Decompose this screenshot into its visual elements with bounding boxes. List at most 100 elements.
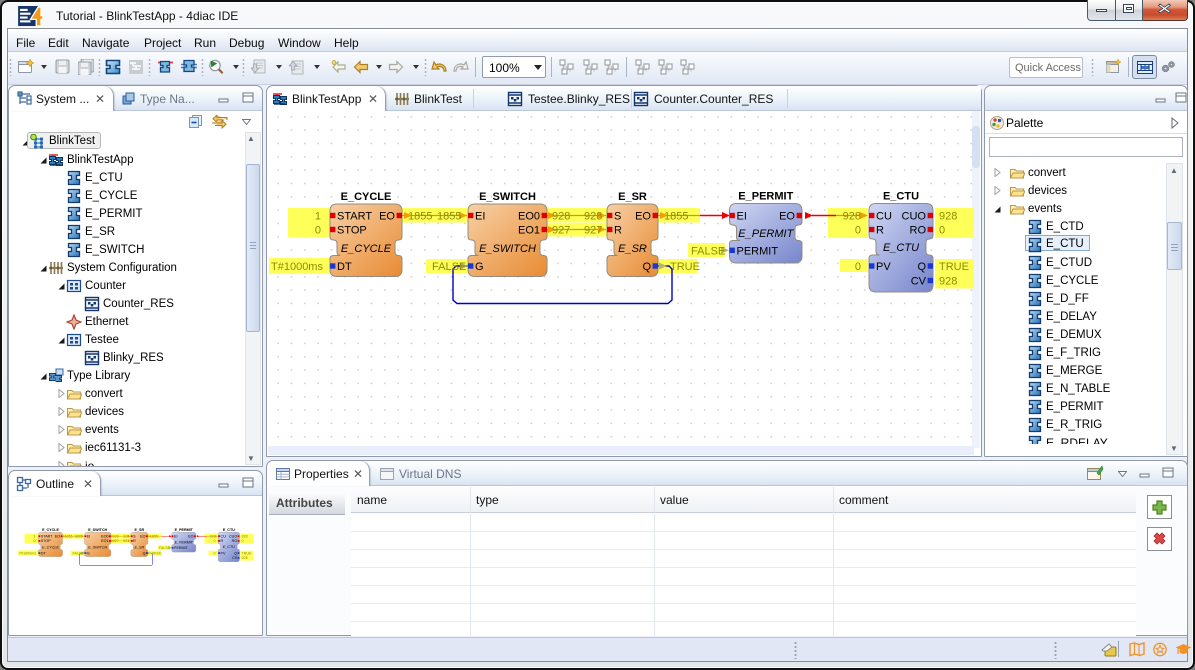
svg-text:0: 0 <box>242 539 244 543</box>
svg-text:E_SWITCH: E_SWITCH <box>88 545 107 549</box>
svg-text:EO1: EO1 <box>518 225 540 237</box>
svg-text:T#1000ms: T#1000ms <box>271 261 323 273</box>
svg-text:STOP: STOP <box>41 539 51 543</box>
svg-text:DT: DT <box>41 551 47 555</box>
svg-text:928: 928 <box>113 535 119 539</box>
svg-text:Q: Q <box>642 261 651 273</box>
svg-text:928: 928 <box>242 556 248 560</box>
svg-text:S: S <box>614 211 621 223</box>
svg-text:1: 1 <box>315 211 321 223</box>
svg-text:Q: Q <box>917 261 926 273</box>
svg-text:E_CTU: E_CTU <box>223 545 235 549</box>
svg-text:G: G <box>475 261 484 273</box>
svg-text:PV: PV <box>221 551 226 555</box>
svg-text:FALSE: FALSE <box>159 546 171 550</box>
svg-text:E_PERMIT: E_PERMIT <box>738 228 794 240</box>
svg-text:1855: 1855 <box>150 535 158 539</box>
svg-text:R: R <box>614 225 622 237</box>
svg-text:0: 0 <box>33 539 35 543</box>
svg-text:RO: RO <box>232 539 238 543</box>
svg-text:E_SWITCH: E_SWITCH <box>88 528 107 532</box>
svg-text:CUO: CUO <box>229 535 237 539</box>
svg-text:EO: EO <box>55 535 60 539</box>
svg-text:E_CYCLE: E_CYCLE <box>341 243 392 255</box>
svg-text:Q: Q <box>143 551 146 555</box>
svg-text:START: START <box>41 535 53 539</box>
svg-text:0: 0 <box>315 225 321 237</box>
svg-text:928: 928 <box>209 535 215 539</box>
svg-text:1: 1 <box>33 535 35 539</box>
svg-text:START: START <box>337 211 372 223</box>
svg-text:928: 928 <box>242 535 248 539</box>
svg-text:E_SR: E_SR <box>618 243 647 255</box>
svg-text:0: 0 <box>855 261 861 273</box>
svg-text:E_PERMIT: E_PERMIT <box>738 191 793 203</box>
svg-text:0: 0 <box>855 225 861 237</box>
svg-text:EI: EI <box>737 211 747 223</box>
svg-text:0: 0 <box>213 539 215 543</box>
svg-text:1855: 1855 <box>664 211 688 223</box>
svg-text:EO0: EO0 <box>518 211 540 223</box>
svg-text:TRUE: TRUE <box>939 261 969 273</box>
svg-text:0: 0 <box>213 551 215 555</box>
svg-text:TRUE: TRUE <box>152 551 163 555</box>
svg-text:E_SR: E_SR <box>135 528 145 532</box>
svg-text:EI: EI <box>475 211 485 223</box>
svg-text:PV: PV <box>876 261 891 273</box>
svg-text:EO: EO <box>140 535 145 539</box>
svg-text:E_CTU: E_CTU <box>883 191 919 203</box>
svg-text:E_PERMIT: E_PERMIT <box>175 540 194 544</box>
svg-text:E_PERMIT: E_PERMIT <box>175 528 194 532</box>
svg-text:EO: EO <box>779 211 795 223</box>
svg-text:927: 927 <box>584 225 602 237</box>
svg-text:927: 927 <box>113 539 119 543</box>
svg-text:928: 928 <box>552 211 570 223</box>
svg-text:Q: Q <box>234 551 237 555</box>
svg-text:EO1: EO1 <box>101 539 108 543</box>
svg-text:R: R <box>876 225 884 237</box>
svg-text:928: 928 <box>123 535 129 539</box>
svg-text:928: 928 <box>584 211 602 223</box>
svg-text:PERMIT: PERMIT <box>174 546 189 550</box>
svg-text:R: R <box>221 539 224 543</box>
svg-text:CV: CV <box>232 556 238 560</box>
svg-text:927: 927 <box>552 225 570 237</box>
svg-text:927: 927 <box>123 539 129 543</box>
svg-text:FALSE: FALSE <box>73 551 85 555</box>
svg-text:RO: RO <box>910 225 927 237</box>
svg-text:EI: EI <box>174 535 177 539</box>
svg-text:CUO: CUO <box>902 211 927 223</box>
svg-text:PERMIT: PERMIT <box>737 245 779 257</box>
svg-text:1855: 1855 <box>437 211 461 223</box>
svg-text:928: 928 <box>939 276 957 288</box>
svg-text:E_CYCLE: E_CYCLE <box>42 528 59 532</box>
svg-text:EI: EI <box>87 535 90 539</box>
svg-text:G: G <box>87 551 90 555</box>
svg-text:FALSE: FALSE <box>432 261 466 273</box>
svg-text:E_CYCLE: E_CYCLE <box>42 545 59 549</box>
svg-text:EO: EO <box>635 211 651 223</box>
svg-text:E_CTU: E_CTU <box>883 242 919 254</box>
svg-text:1855: 1855 <box>65 535 73 539</box>
svg-text:TRUE: TRUE <box>670 261 700 273</box>
svg-text:R: R <box>133 539 136 543</box>
svg-text:T#1000ms: T#1000ms <box>19 551 36 555</box>
svg-text:1855: 1855 <box>74 535 82 539</box>
svg-text:EO0: EO0 <box>101 535 108 539</box>
svg-text:CV: CV <box>911 276 927 288</box>
svg-text:E_SR: E_SR <box>135 545 145 549</box>
svg-text:FALSE: FALSE <box>691 245 725 257</box>
svg-text:EO: EO <box>379 211 395 223</box>
svg-text:CU: CU <box>221 535 227 539</box>
svg-text:E_CYCLE: E_CYCLE <box>341 191 392 203</box>
svg-text:928: 928 <box>939 211 957 223</box>
svg-text:TRUE: TRUE <box>242 551 253 555</box>
svg-text:STOP: STOP <box>337 225 367 237</box>
svg-text:0: 0 <box>939 225 945 237</box>
svg-text:CU: CU <box>876 211 892 223</box>
svg-text:E_SWITCH: E_SWITCH <box>479 243 536 255</box>
svg-text:E_CTU: E_CTU <box>223 528 235 532</box>
svg-text:1855: 1855 <box>408 211 432 223</box>
svg-text:928: 928 <box>843 211 861 223</box>
svg-text:EO: EO <box>188 535 193 539</box>
